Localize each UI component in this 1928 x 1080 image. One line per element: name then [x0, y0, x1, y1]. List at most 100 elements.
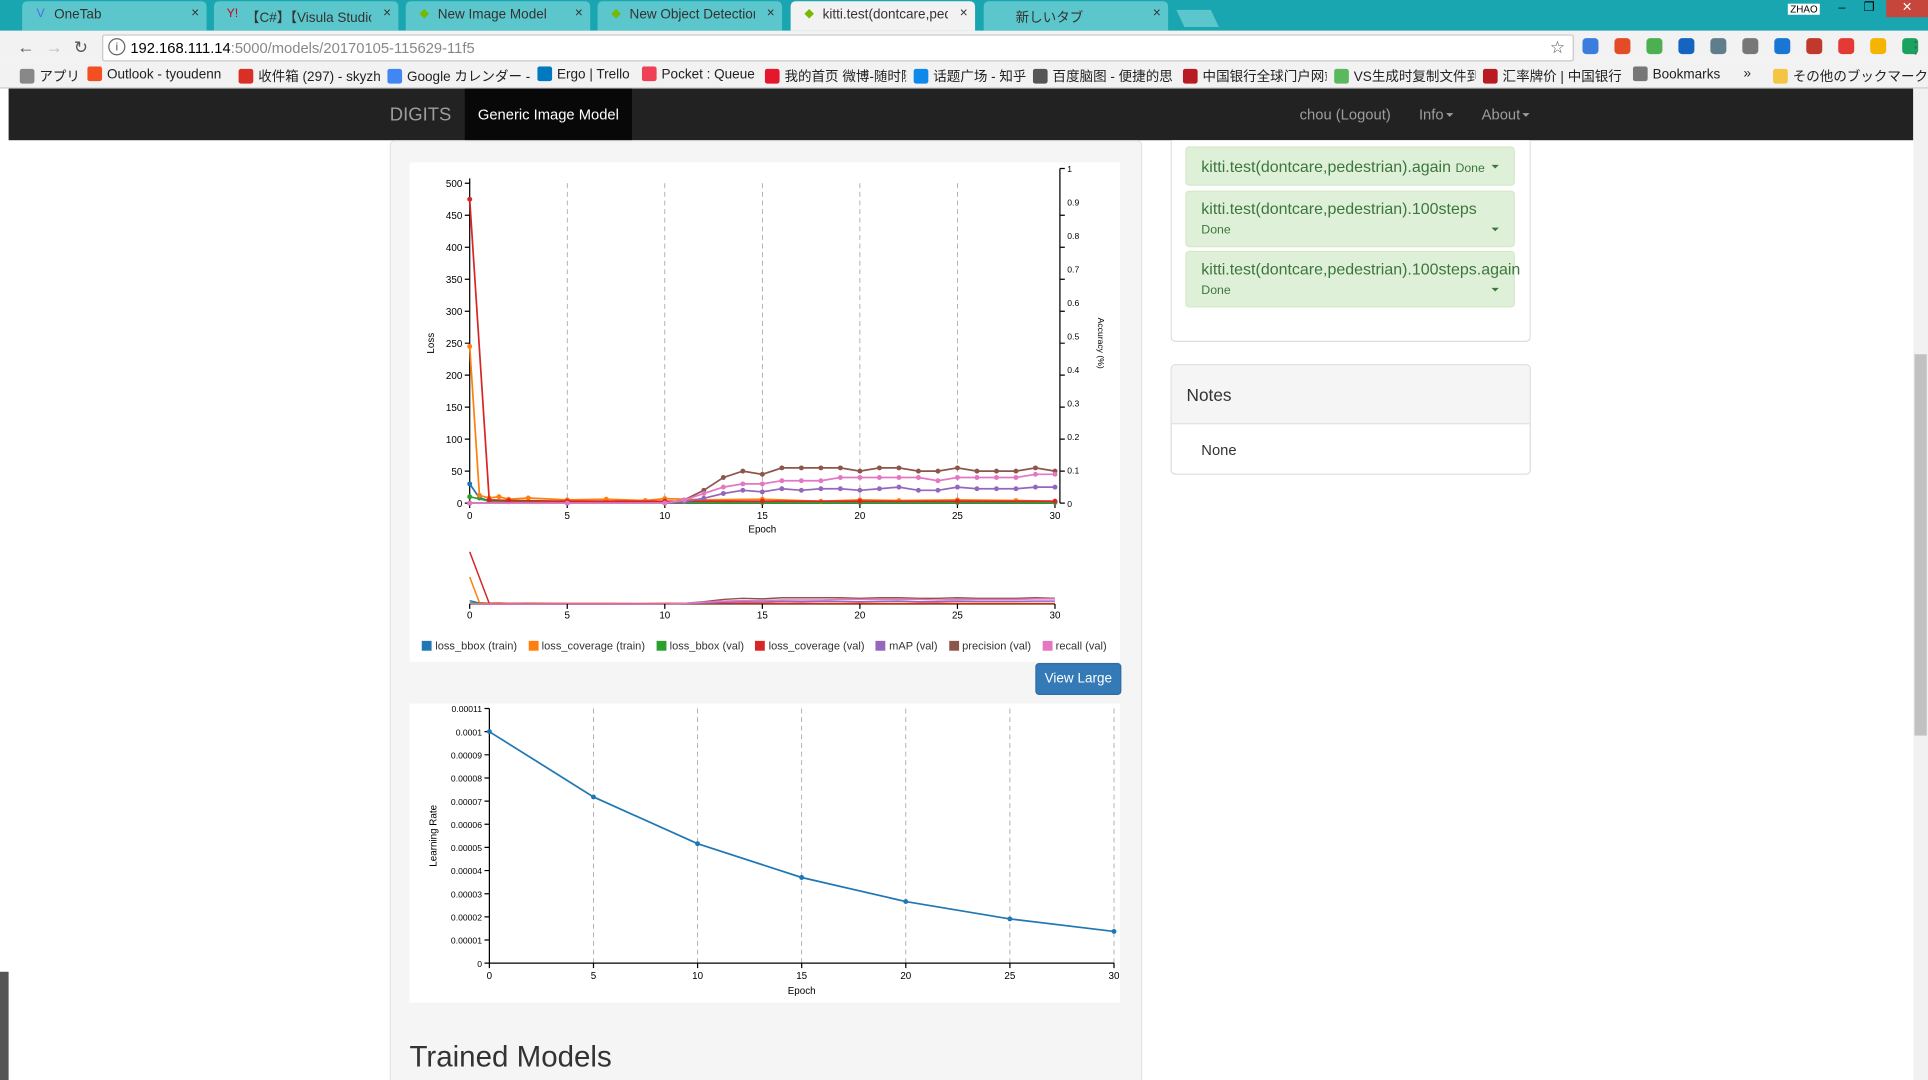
bookmark-favicon-icon	[537, 66, 553, 82]
extension-icon[interactable]	[1806, 38, 1823, 55]
bookmark-item[interactable]: Google カレンダー -	[387, 66, 530, 86]
close-icon[interactable]: ×	[767, 6, 775, 21]
caret-down-icon[interactable]	[1491, 287, 1499, 292]
bookmarks-overflow-button[interactable]: »	[1744, 66, 1752, 81]
bookmark-label: Outlook - tyoudenn	[106, 67, 222, 83]
data-point	[994, 486, 999, 492]
legend-item[interactable]: loss_bbox (val)	[656, 640, 744, 652]
y2-tick-label: 0.9	[1067, 198, 1079, 208]
job-item[interactable]: kitti.test(dontcare,pedestrian).again Do…	[1185, 146, 1515, 186]
browser-tab[interactable]: 新しいタブ ×	[983, 1, 1169, 31]
y-tick-label: 0	[457, 499, 463, 510]
bookmark-item[interactable]: アプリ	[19, 66, 80, 86]
job-item[interactable]: kitti.test(dontcare,pedestrian).100steps…	[1185, 190, 1515, 248]
bookmark-item[interactable]: 话题广场 - 知乎	[913, 66, 1025, 86]
bookmark-item[interactable]: Bookmarks	[1632, 66, 1720, 82]
loss-accuracy-chart[interactable]: 05010015020025030035040045050000.10.20.3…	[409, 162, 1120, 661]
bookmark-star-icon[interactable]: ☆	[1550, 37, 1565, 58]
legend-item[interactable]: precision (val)	[948, 640, 1031, 652]
extension-icon[interactable]	[1646, 38, 1663, 55]
bookmark-item[interactable]: 收件箱 (297) - skyzh	[238, 66, 380, 86]
browser-tab[interactable]: ◆ New Object Detection ×	[597, 1, 783, 31]
bookmark-item[interactable]: 汇率牌价 | 中国银行	[1482, 66, 1622, 86]
url-text[interactable]: 192.168.111.14:5000/models/20170105-1156…	[130, 39, 474, 56]
legend-item[interactable]: loss_coverage (train)	[528, 640, 645, 652]
learning-rate-chart[interactable]: 0 0.00001 0.00002 0.00003 0.00004 0.00005 0.00…	[409, 704, 1120, 1003]
new-tab-button[interactable]	[1176, 9, 1219, 28]
close-icon[interactable]: ×	[960, 6, 968, 21]
bookmark-label: 中国银行全球门户网站	[1202, 70, 1327, 85]
translate-icon[interactable]	[1678, 38, 1695, 55]
x-tick-label: 25	[952, 511, 963, 522]
browser-tab[interactable]: Y! 【C#】【Visula Studio ×	[213, 1, 399, 31]
bookmark-item[interactable]: 我的首页 微博-随时随	[764, 66, 906, 86]
maximize-button[interactable]: ❐	[1854, 0, 1884, 17]
browser-tab[interactable]: V OneTab ×	[22, 1, 207, 31]
page-scrollbar[interactable]	[1913, 88, 1928, 1080]
other-bookmarks-folder[interactable]: その他のブックマーク	[1773, 66, 1928, 86]
bookmark-favicon-icon	[1632, 66, 1648, 82]
extension-icon[interactable]	[1614, 38, 1631, 55]
caret-down-icon[interactable]	[1491, 227, 1499, 232]
bookmark-item[interactable]: Ergo | Trello	[537, 66, 630, 82]
x-axis-label: Epoch	[748, 525, 776, 536]
y2-axis-label: Accuracy (%)	[1096, 318, 1106, 369]
data-point	[1033, 484, 1038, 490]
close-icon[interactable]: ×	[575, 6, 583, 21]
bookmark-item[interactable]: Pocket : Queue	[641, 66, 755, 83]
bookmark-label: 收件箱 (297) - skyzh	[258, 70, 380, 85]
lr-data-point	[1007, 916, 1013, 922]
info-icon[interactable]: i	[108, 38, 126, 56]
y2-tick-label: 0	[1067, 499, 1072, 509]
scrollbar-thumb[interactable]	[1914, 354, 1927, 736]
browser-tab[interactable]: ◆ New Image Model ×	[405, 1, 591, 31]
legend-label: loss_bbox (train)	[435, 639, 518, 652]
job-item[interactable]: kitti.test(dontcare,pedestrian).100steps…	[1185, 250, 1520, 308]
shield-icon[interactable]	[1774, 38, 1791, 55]
legend-swatch	[528, 640, 538, 651]
browser-tab[interactable]: ◆ kitti.test(dontcare,ped ×	[790, 1, 976, 31]
data-point	[994, 468, 999, 474]
back-button[interactable]: ←	[17, 37, 34, 57]
bookmark-item[interactable]: Outlook - tyoudenn	[87, 66, 221, 82]
bookmark-item[interactable]: 中国银行全球门户网站	[1182, 66, 1327, 86]
y-tick-label: 150	[446, 403, 463, 414]
address-bar[interactable]: i 192.168.111.14:5000/models/20170105-11…	[102, 34, 1574, 62]
data-point	[759, 471, 765, 477]
user-logout-link[interactable]: chou (Logout)	[1300, 106, 1391, 123]
window-close-button[interactable]: ✕	[1886, 0, 1928, 18]
overview-x-tick-label: 20	[854, 611, 865, 622]
extension-icon[interactable]	[1838, 38, 1855, 55]
about-dropdown[interactable]: About	[1482, 106, 1531, 123]
data-point	[759, 498, 765, 504]
caret-down-icon[interactable]	[1491, 164, 1499, 169]
bookmark-label: Pocket : Queue	[661, 67, 755, 83]
close-icon[interactable]: ×	[1153, 6, 1161, 21]
minimize-button[interactable]: –	[1827, 0, 1857, 17]
close-icon[interactable]: ×	[383, 6, 391, 21]
data-point	[740, 468, 746, 474]
browser-menu-icon[interactable]: ⋮	[1907, 37, 1924, 58]
pocket-icon[interactable]	[1742, 38, 1759, 55]
lr-data-point	[695, 841, 701, 847]
forward-button[interactable]: →	[45, 37, 62, 57]
digits-brand-link[interactable]: DIGITS	[390, 105, 451, 126]
view-large-button[interactable]: View Large	[1035, 663, 1122, 695]
close-icon[interactable]: ×	[191, 6, 199, 21]
legend-item[interactable]: mAP (val)	[875, 640, 938, 652]
legend-item[interactable]: loss_coverage (val)	[755, 640, 865, 652]
data-point	[896, 475, 902, 480]
x-tick-label: 20	[854, 511, 865, 522]
legend-item[interactable]: recall (val)	[1042, 640, 1107, 652]
extension-icon[interactable]	[1582, 38, 1599, 55]
bookmark-item[interactable]: VS生成时复制文件到	[1334, 66, 1476, 86]
nav-generic-image-model[interactable]: Generic Image Model	[464, 88, 633, 141]
extension-icon[interactable]	[1870, 38, 1887, 55]
data-point	[876, 486, 882, 492]
reload-button[interactable]: ↻	[74, 37, 88, 58]
data-point	[720, 475, 726, 480]
bookmark-item[interactable]: 百度脑图 - 便捷的思	[1032, 66, 1173, 86]
info-dropdown[interactable]: Info	[1419, 106, 1454, 123]
legend-item[interactable]: loss_bbox (train)	[421, 639, 518, 652]
extension-icon[interactable]	[1710, 38, 1727, 55]
